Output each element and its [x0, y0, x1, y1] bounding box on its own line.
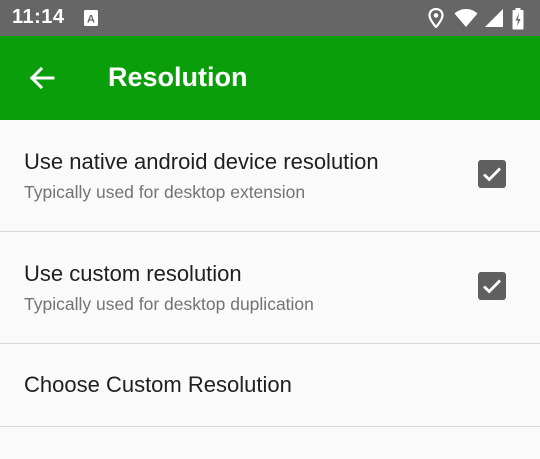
- custom-resolution-checkbox[interactable]: [478, 272, 506, 300]
- check-icon: [483, 167, 501, 182]
- setting-choose-custom-resolution[interactable]: Choose Custom Resolution: [0, 344, 540, 427]
- setting-subtitle: Typically used for desktop extension: [24, 182, 306, 202]
- status-time: 11:14: [12, 6, 65, 28]
- arrow-back-icon: [29, 66, 55, 90]
- wifi-icon: [454, 9, 478, 27]
- signal-icon: [485, 9, 503, 27]
- setting-title: Use custom resolution: [24, 261, 242, 286]
- setting-custom-resolution[interactable]: Use custom resolution Typically used for…: [0, 232, 540, 344]
- page-title: Resolution: [108, 62, 248, 92]
- settings-list: Use native android device resolution Typ…: [0, 120, 540, 427]
- setting-title: Choose Custom Resolution: [24, 372, 292, 397]
- check-icon: [483, 279, 501, 294]
- setting-native-resolution[interactable]: Use native android device resolution Typ…: [0, 120, 540, 232]
- app-bar: Resolution: [0, 36, 540, 120]
- native-resolution-checkbox[interactable]: [478, 160, 506, 188]
- setting-title: Use native android device resolution: [24, 149, 379, 174]
- svg-text:A: A: [87, 14, 95, 26]
- location-icon: [428, 8, 444, 28]
- back-button[interactable]: [20, 58, 64, 98]
- keyboard-a-icon: A: [84, 10, 98, 26]
- battery-icon: [512, 8, 524, 30]
- status-bar: 11:14 A: [0, 0, 540, 36]
- setting-subtitle: Typically used for desktop duplication: [24, 294, 314, 314]
